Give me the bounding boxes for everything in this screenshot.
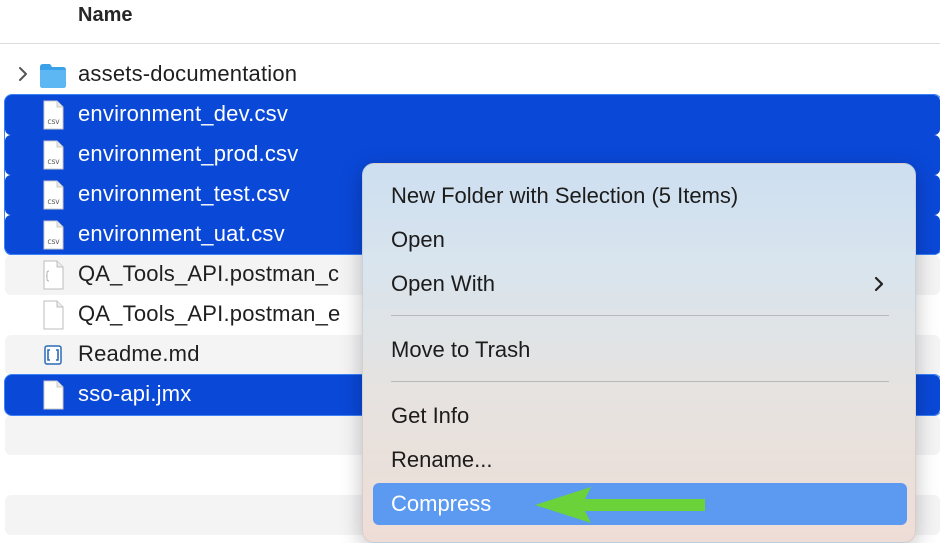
csv-file-icon: CSV xyxy=(43,100,64,130)
file-name: environment_test.csv xyxy=(78,181,290,206)
svg-text:CSV: CSV xyxy=(47,119,60,126)
folder-icon xyxy=(40,64,66,88)
file-name: environment_dev.csv xyxy=(78,101,289,126)
menu-item-label: Open With xyxy=(391,271,495,296)
document-icon xyxy=(43,380,64,410)
chevron-right-icon[interactable] xyxy=(16,64,30,84)
menu-item-label: Rename... xyxy=(391,447,493,472)
file-name: environment_uat.csv xyxy=(78,221,285,246)
menu-item-open-with[interactable]: Open With xyxy=(373,263,907,305)
file-name: sso-api.jmx xyxy=(78,381,192,406)
menu-item-label: Open xyxy=(391,227,445,252)
file-name: Readme.md xyxy=(78,341,200,366)
menu-separator xyxy=(391,315,889,316)
csv-file-icon: CSV xyxy=(43,140,64,170)
menu-item-new-folder-with-selection[interactable]: New Folder with Selection (5 Items) xyxy=(373,175,907,217)
list-item-file[interactable]: CSV environment_dev.csv xyxy=(5,95,940,135)
svg-text:CSV: CSV xyxy=(47,159,60,166)
document-icon xyxy=(43,300,64,330)
file-name: QA_Tools_API.postman_e xyxy=(78,301,341,326)
file-name: environment_prod.csv xyxy=(78,141,299,166)
menu-item-open[interactable]: Open xyxy=(373,219,907,261)
menu-item-label: Move to Trash xyxy=(391,337,531,362)
chevron-right-icon xyxy=(874,276,884,292)
csv-file-icon: CSV xyxy=(43,220,64,250)
finder-window: Name assets-documentation CSV environmen… xyxy=(0,0,940,543)
svg-text:CSV: CSV xyxy=(47,199,60,206)
menu-item-label: Compress xyxy=(391,491,492,516)
menu-item-label: Get Info xyxy=(391,403,470,428)
markdown-file-icon xyxy=(44,345,62,365)
menu-item-label: New Folder with Selection (5 Items) xyxy=(391,183,739,208)
svg-text:CSV: CSV xyxy=(47,239,60,246)
menu-item-rename[interactable]: Rename... xyxy=(373,439,907,481)
menu-separator xyxy=(391,381,889,382)
list-header: Name xyxy=(0,0,940,44)
file-name: QA_Tools_API.postman_c xyxy=(78,261,340,286)
csv-file-icon: CSV xyxy=(43,180,64,210)
menu-item-move-to-trash[interactable]: Move to Trash xyxy=(373,329,907,371)
name-column-header[interactable]: Name xyxy=(78,4,132,27)
menu-item-get-info[interactable]: Get Info xyxy=(373,395,907,437)
file-name: assets-documentation xyxy=(78,61,298,86)
list-item-folder[interactable]: assets-documentation xyxy=(5,55,940,95)
document-icon xyxy=(43,260,64,290)
annotation-arrow-icon xyxy=(535,487,705,523)
